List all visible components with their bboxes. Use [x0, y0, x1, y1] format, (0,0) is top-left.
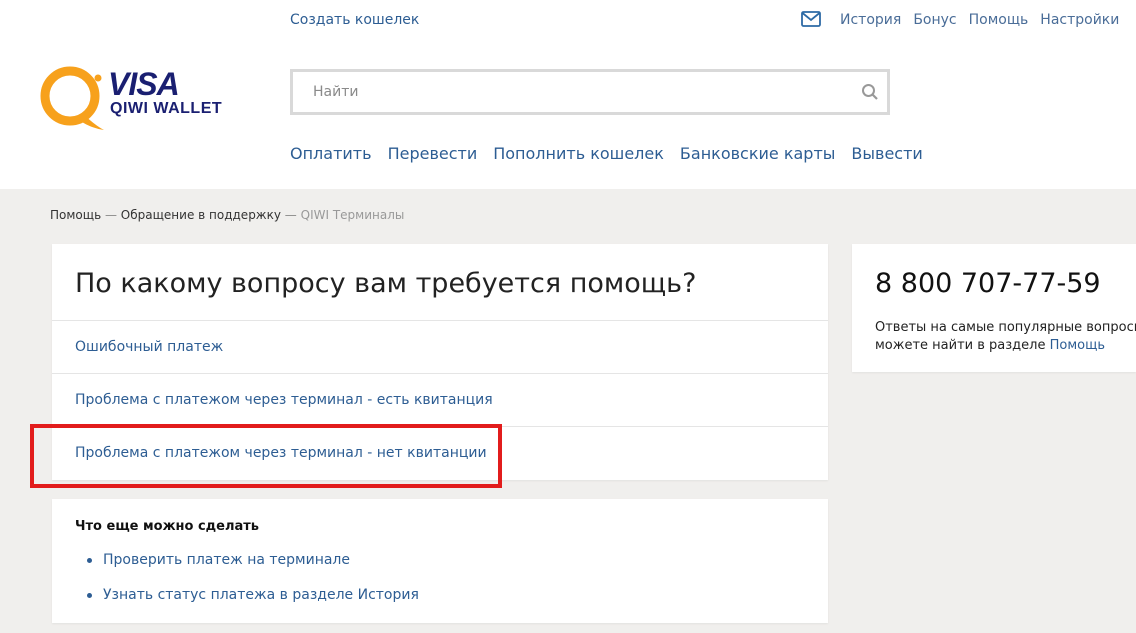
nav-bank-cards[interactable]: Банковские карты [680, 144, 836, 163]
list-item[interactable]: Узнать статус платежа в разделе История [87, 587, 419, 603]
breadcrumb-support[interactable]: Обращение в поддержку [121, 208, 281, 222]
site-header: Создать кошелек История Бонус Помощь Настро… [0, 0, 1136, 189]
help-section-link[interactable]: Помощь [1050, 338, 1105, 353]
highlight-box [30, 424, 502, 488]
mail-icon[interactable] [801, 11, 821, 27]
breadcrumb-separator: — [104, 208, 117, 222]
qiwi-logo-icon [40, 66, 104, 130]
page-title: По какому вопросу вам требуется помощь? [75, 268, 697, 299]
logo-visa-text: VISA [108, 66, 180, 102]
question-option[interactable]: Ошибочный платеж [52, 320, 828, 373]
nav-topup-wallet[interactable]: Пополнить кошелек [493, 144, 664, 163]
create-wallet-link[interactable]: Создать кошелек [290, 12, 419, 28]
phone-card: 8 800 707-77-59 Ответы на самые популярн… [852, 244, 1136, 372]
more-actions-title: Что еще можно сделать [75, 519, 260, 534]
settings-link[interactable]: Настройки [1040, 12, 1119, 28]
search-box [290, 69, 890, 115]
phone-description: Ответы на самые популярные вопросы может… [875, 319, 1136, 355]
support-phone[interactable]: 8 800 707-77-59 [875, 268, 1101, 299]
more-actions-card: Что еще можно сделать Проверить платеж н… [52, 499, 828, 623]
nav-transfer[interactable]: Перевести [388, 144, 478, 163]
check-payment-link[interactable]: Проверить платеж на терминале [103, 552, 350, 568]
search-icon[interactable] [861, 83, 879, 101]
qiwi-logo[interactable]: VISA QIWI WALLET [38, 64, 228, 136]
payment-status-link[interactable]: Узнать статус платежа в разделе История [103, 587, 419, 603]
bullet-icon [87, 558, 92, 563]
main-nav: Оплатить Перевести Пополнить кошелек Банков… [290, 144, 939, 163]
breadcrumb: Помощь — Обращение в поддержку — QIWI Те… [50, 208, 404, 222]
question-option[interactable]: Проблема с платежом через терминал - ест… [52, 373, 828, 426]
breadcrumb-current: QIWI Терминалы [300, 208, 405, 222]
nav-withdraw[interactable]: Вывести [851, 144, 922, 163]
breadcrumb-separator: — [284, 208, 297, 222]
bullet-icon [87, 593, 92, 598]
history-link[interactable]: История [840, 12, 901, 28]
bonus-link[interactable]: Бонус [913, 12, 956, 28]
question-option-label[interactable]: Проблема с платежом через терминал - ест… [75, 392, 493, 408]
help-link[interactable]: Помощь [969, 12, 1029, 28]
phone-desc-line2: можете найти в разделе [875, 338, 1046, 353]
search-input[interactable] [293, 72, 853, 112]
breadcrumb-help[interactable]: Помощь [50, 208, 101, 222]
list-item[interactable]: Проверить платеж на терминале [87, 552, 350, 568]
question-option-label[interactable]: Ошибочный платеж [75, 339, 223, 355]
top-links: История Бонус Помощь Настройки [840, 12, 1131, 28]
nav-pay[interactable]: Оплатить [290, 144, 372, 163]
phone-desc-line1: Ответы на самые популярные вопросы [875, 320, 1136, 335]
logo-wallet-text: QIWI WALLET [110, 100, 223, 117]
